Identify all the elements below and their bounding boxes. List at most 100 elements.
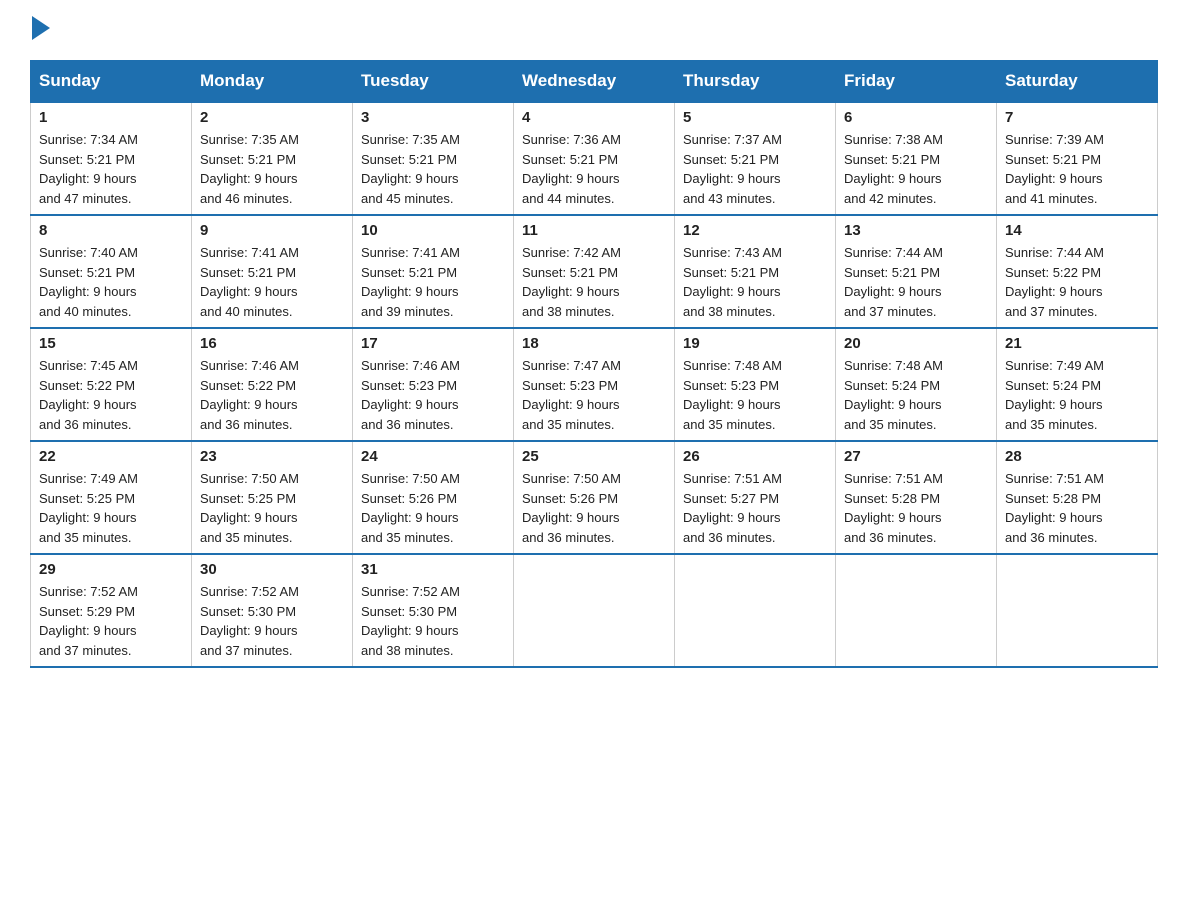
calendar-cell-w3d3: 25 Sunrise: 7:50 AMSunset: 5:26 PMDayligh… bbox=[514, 441, 675, 554]
calendar-header-friday: Friday bbox=[836, 61, 997, 103]
day-number: 11 bbox=[522, 222, 666, 239]
day-info: Sunrise: 7:40 AMSunset: 5:21 PMDaylight:… bbox=[39, 243, 183, 321]
day-info: Sunrise: 7:39 AMSunset: 5:21 PMDaylight:… bbox=[1005, 130, 1149, 208]
day-info: Sunrise: 7:34 AMSunset: 5:21 PMDaylight:… bbox=[39, 130, 183, 208]
calendar-cell-w0d5: 6 Sunrise: 7:38 AMSunset: 5:21 PMDaylight… bbox=[836, 102, 997, 215]
calendar-cell-w2d4: 19 Sunrise: 7:48 AMSunset: 5:23 PMDayligh… bbox=[675, 328, 836, 441]
day-number: 7 bbox=[1005, 109, 1149, 126]
calendar-cell-w2d6: 21 Sunrise: 7:49 AMSunset: 5:24 PMDayligh… bbox=[997, 328, 1158, 441]
calendar-header-tuesday: Tuesday bbox=[353, 61, 514, 103]
day-info: Sunrise: 7:43 AMSunset: 5:21 PMDaylight:… bbox=[683, 243, 827, 321]
day-number: 23 bbox=[200, 448, 344, 465]
day-info: Sunrise: 7:50 AMSunset: 5:26 PMDaylight:… bbox=[361, 469, 505, 547]
day-number: 1 bbox=[39, 109, 183, 126]
day-number: 16 bbox=[200, 335, 344, 352]
day-number: 25 bbox=[522, 448, 666, 465]
calendar-header-row: SundayMondayTuesdayWednesdayThursdayFrid… bbox=[31, 61, 1158, 103]
calendar-week-row-2: 8 Sunrise: 7:40 AMSunset: 5:21 PMDaylight… bbox=[31, 215, 1158, 328]
calendar-cell-w4d1: 30 Sunrise: 7:52 AMSunset: 5:30 PMDayligh… bbox=[192, 554, 353, 667]
calendar-cell-w2d1: 16 Sunrise: 7:46 AMSunset: 5:22 PMDayligh… bbox=[192, 328, 353, 441]
day-number: 26 bbox=[683, 448, 827, 465]
calendar-header-thursday: Thursday bbox=[675, 61, 836, 103]
day-info: Sunrise: 7:49 AMSunset: 5:24 PMDaylight:… bbox=[1005, 356, 1149, 434]
calendar-cell-w3d6: 28 Sunrise: 7:51 AMSunset: 5:28 PMDayligh… bbox=[997, 441, 1158, 554]
calendar-cell-w0d4: 5Sunrise: 7:37 AMSunset: 5:21 PMDaylight… bbox=[675, 102, 836, 215]
calendar-week-row-5: 29 Sunrise: 7:52 AMSunset: 5:29 PMDayligh… bbox=[31, 554, 1158, 667]
calendar-week-row-4: 22Sunrise: 7:49 AMSunset: 5:25 PMDayligh… bbox=[31, 441, 1158, 554]
day-number: 12 bbox=[683, 222, 827, 239]
day-number: 31 bbox=[361, 561, 505, 578]
day-info: Sunrise: 7:35 AMSunset: 5:21 PMDaylight:… bbox=[200, 130, 344, 208]
day-number: 22 bbox=[39, 448, 183, 465]
calendar-cell-w4d6 bbox=[997, 554, 1158, 667]
day-number: 9 bbox=[200, 222, 344, 239]
day-number: 24 bbox=[361, 448, 505, 465]
day-info: Sunrise: 7:50 AMSunset: 5:26 PMDaylight:… bbox=[522, 469, 666, 547]
calendar-cell-w1d0: 8 Sunrise: 7:40 AMSunset: 5:21 PMDaylight… bbox=[31, 215, 192, 328]
day-number: 6 bbox=[844, 109, 988, 126]
day-number: 29 bbox=[39, 561, 183, 578]
logo-arrow-icon bbox=[32, 16, 50, 40]
day-info: Sunrise: 7:36 AMSunset: 5:21 PMDaylight:… bbox=[522, 130, 666, 208]
day-number: 3 bbox=[361, 109, 505, 126]
day-number: 18 bbox=[522, 335, 666, 352]
day-info: Sunrise: 7:52 AMSunset: 5:30 PMDaylight:… bbox=[200, 582, 344, 660]
day-info: Sunrise: 7:48 AMSunset: 5:23 PMDaylight:… bbox=[683, 356, 827, 434]
day-info: Sunrise: 7:46 AMSunset: 5:23 PMDaylight:… bbox=[361, 356, 505, 434]
day-number: 28 bbox=[1005, 448, 1149, 465]
calendar-cell-w4d0: 29 Sunrise: 7:52 AMSunset: 5:29 PMDayligh… bbox=[31, 554, 192, 667]
day-info: Sunrise: 7:35 AMSunset: 5:21 PMDaylight:… bbox=[361, 130, 505, 208]
calendar-header-saturday: Saturday bbox=[997, 61, 1158, 103]
day-number: 21 bbox=[1005, 335, 1149, 352]
calendar-cell-w0d3: 4 Sunrise: 7:36 AMSunset: 5:21 PMDaylight… bbox=[514, 102, 675, 215]
calendar-cell-w1d2: 10Sunrise: 7:41 AMSunset: 5:21 PMDayligh… bbox=[353, 215, 514, 328]
day-number: 4 bbox=[522, 109, 666, 126]
day-info: Sunrise: 7:52 AMSunset: 5:30 PMDaylight:… bbox=[361, 582, 505, 660]
calendar-cell-w3d2: 24 Sunrise: 7:50 AMSunset: 5:26 PMDayligh… bbox=[353, 441, 514, 554]
day-number: 5 bbox=[683, 109, 827, 126]
calendar-cell-w4d2: 31 Sunrise: 7:52 AMSunset: 5:30 PMDayligh… bbox=[353, 554, 514, 667]
day-number: 13 bbox=[844, 222, 988, 239]
day-number: 15 bbox=[39, 335, 183, 352]
day-info: Sunrise: 7:51 AMSunset: 5:28 PMDaylight:… bbox=[1005, 469, 1149, 547]
day-number: 10 bbox=[361, 222, 505, 239]
day-number: 8 bbox=[39, 222, 183, 239]
day-number: 17 bbox=[361, 335, 505, 352]
calendar-cell-w2d5: 20Sunrise: 7:48 AMSunset: 5:24 PMDayligh… bbox=[836, 328, 997, 441]
calendar-cell-w0d6: 7 Sunrise: 7:39 AMSunset: 5:21 PMDaylight… bbox=[997, 102, 1158, 215]
calendar-cell-w3d4: 26 Sunrise: 7:51 AMSunset: 5:27 PMDayligh… bbox=[675, 441, 836, 554]
calendar-cell-w4d4 bbox=[675, 554, 836, 667]
logo bbox=[30, 20, 54, 40]
calendar-cell-w1d5: 13 Sunrise: 7:44 AMSunset: 5:21 PMDayligh… bbox=[836, 215, 997, 328]
day-info: Sunrise: 7:38 AMSunset: 5:21 PMDaylight:… bbox=[844, 130, 988, 208]
day-number: 20 bbox=[844, 335, 988, 352]
day-info: Sunrise: 7:42 AMSunset: 5:21 PMDaylight:… bbox=[522, 243, 666, 321]
day-info: Sunrise: 7:47 AMSunset: 5:23 PMDaylight:… bbox=[522, 356, 666, 434]
day-info: Sunrise: 7:46 AMSunset: 5:22 PMDaylight:… bbox=[200, 356, 344, 434]
day-info: Sunrise: 7:44 AMSunset: 5:21 PMDaylight:… bbox=[844, 243, 988, 321]
calendar-cell-w1d6: 14 Sunrise: 7:44 AMSunset: 5:22 PMDayligh… bbox=[997, 215, 1158, 328]
calendar-cell-w1d4: 12 Sunrise: 7:43 AMSunset: 5:21 PMDayligh… bbox=[675, 215, 836, 328]
calendar-table: SundayMondayTuesdayWednesdayThursdayFrid… bbox=[30, 60, 1158, 668]
day-number: 2 bbox=[200, 109, 344, 126]
day-number: 19 bbox=[683, 335, 827, 352]
day-info: Sunrise: 7:52 AMSunset: 5:29 PMDaylight:… bbox=[39, 582, 183, 660]
day-number: 30 bbox=[200, 561, 344, 578]
day-info: Sunrise: 7:51 AMSunset: 5:27 PMDaylight:… bbox=[683, 469, 827, 547]
day-number: 14 bbox=[1005, 222, 1149, 239]
day-number: 27 bbox=[844, 448, 988, 465]
calendar-cell-w4d5 bbox=[836, 554, 997, 667]
day-info: Sunrise: 7:44 AMSunset: 5:22 PMDaylight:… bbox=[1005, 243, 1149, 321]
calendar-header-wednesday: Wednesday bbox=[514, 61, 675, 103]
day-info: Sunrise: 7:50 AMSunset: 5:25 PMDaylight:… bbox=[200, 469, 344, 547]
calendar-cell-w2d3: 18 Sunrise: 7:47 AMSunset: 5:23 PMDayligh… bbox=[514, 328, 675, 441]
day-info: Sunrise: 7:45 AMSunset: 5:22 PMDaylight:… bbox=[39, 356, 183, 434]
calendar-cell-w0d0: 1 Sunrise: 7:34 AMSunset: 5:21 PMDaylight… bbox=[31, 102, 192, 215]
calendar-cell-w1d1: 9 Sunrise: 7:41 AMSunset: 5:21 PMDaylight… bbox=[192, 215, 353, 328]
calendar-cell-w3d1: 23 Sunrise: 7:50 AMSunset: 5:25 PMDayligh… bbox=[192, 441, 353, 554]
day-info: Sunrise: 7:41 AMSunset: 5:21 PMDaylight:… bbox=[200, 243, 344, 321]
calendar-cell-w4d3 bbox=[514, 554, 675, 667]
calendar-cell-w0d1: 2 Sunrise: 7:35 AMSunset: 5:21 PMDaylight… bbox=[192, 102, 353, 215]
calendar-cell-w3d0: 22Sunrise: 7:49 AMSunset: 5:25 PMDayligh… bbox=[31, 441, 192, 554]
calendar-cell-w0d2: 3 Sunrise: 7:35 AMSunset: 5:21 PMDaylight… bbox=[353, 102, 514, 215]
